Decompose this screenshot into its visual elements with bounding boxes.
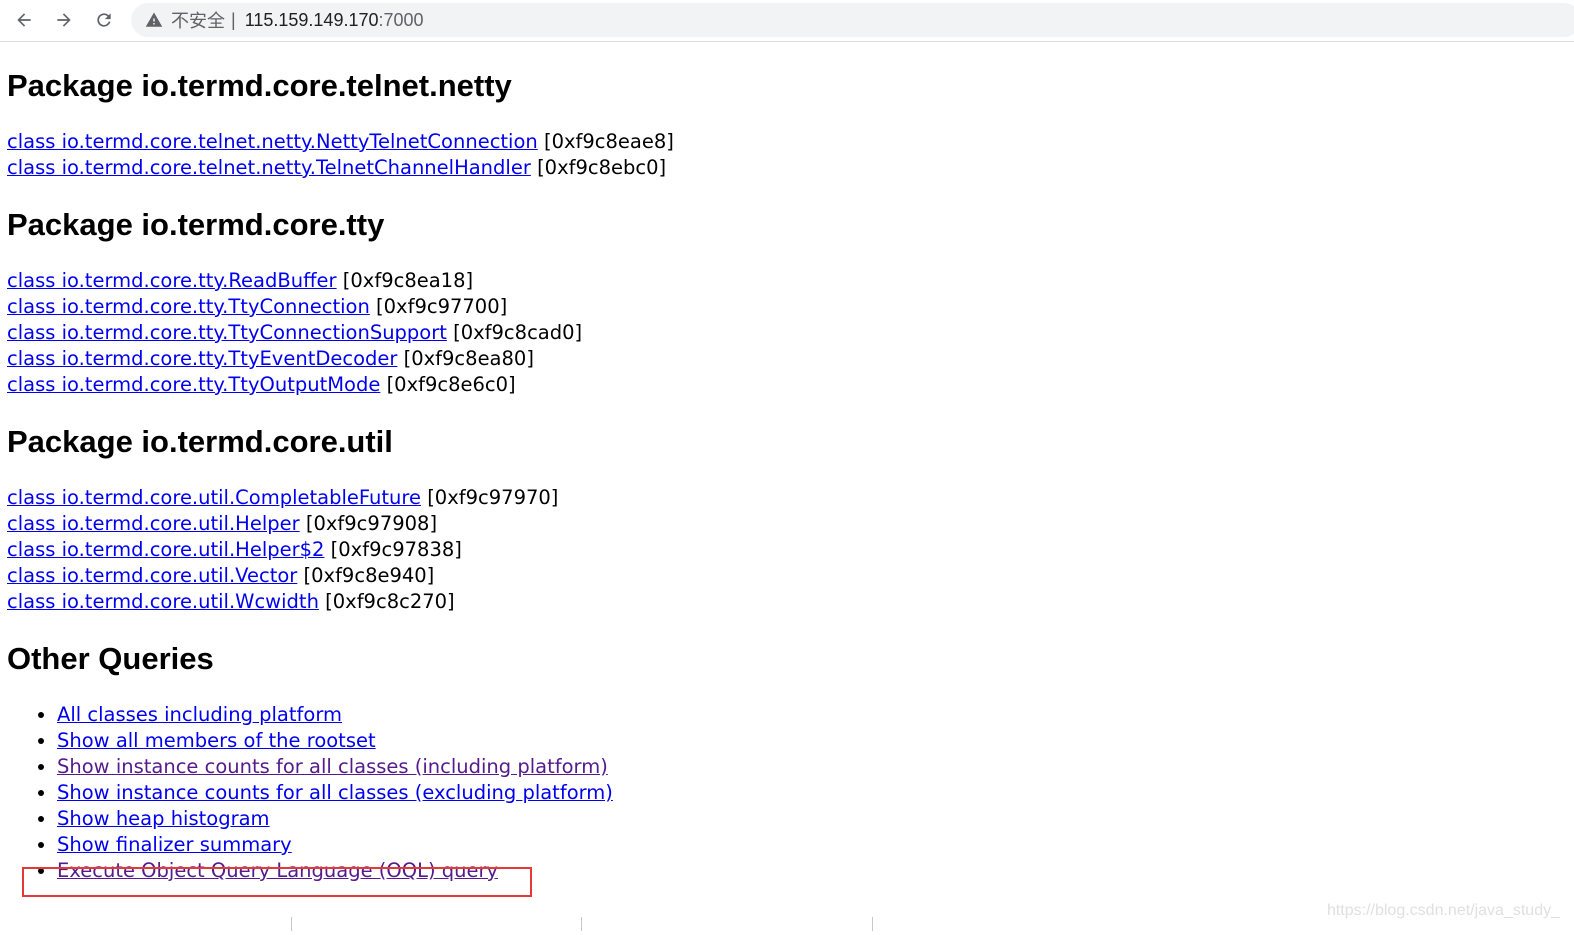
class-entry: class io.termd.core.util.Helper [0xf9c97… xyxy=(7,511,1567,537)
list-item: Show heap histogram xyxy=(57,806,1567,832)
highlight-annotation xyxy=(22,867,532,897)
package-section-tty: Package io.termd.core.tty class io.termd… xyxy=(7,207,1567,398)
divider xyxy=(872,917,873,931)
list-item: Show instance counts for all classes (ex… xyxy=(57,780,1567,806)
class-link[interactable]: class io.termd.core.tty.TtyEventDecoder xyxy=(7,347,397,370)
object-address: [0xf9c97700] xyxy=(376,295,508,318)
section-title: Package io.termd.core.telnet.netty xyxy=(7,68,512,103)
class-entry: class io.termd.core.util.Vector [0xf9c8e… xyxy=(7,563,1567,589)
url-port: :7000 xyxy=(378,9,424,30)
package-section-util: Package io.termd.core.util class io.term… xyxy=(7,424,1567,615)
address-separator: | xyxy=(231,9,236,30)
back-button[interactable] xyxy=(9,5,39,35)
object-address: [0xf9c8ebc0] xyxy=(537,156,667,179)
forward-button[interactable] xyxy=(49,5,79,35)
class-link[interactable]: class io.termd.core.util.CompletableFutu… xyxy=(7,486,421,509)
class-entry: class io.termd.core.tty.TtyConnection [0… xyxy=(7,294,1567,320)
class-entry: class io.termd.core.util.CompletableFutu… xyxy=(7,485,1567,511)
url-host: 115.159.149.170 xyxy=(244,9,379,30)
reload-icon xyxy=(97,13,111,27)
other-queries-section: Other Queries All classes including plat… xyxy=(7,641,1567,884)
class-link[interactable]: class io.termd.core.util.Helper xyxy=(7,512,300,535)
query-link-heap-histogram[interactable]: Show heap histogram xyxy=(57,807,270,830)
object-address: [0xf9c97838] xyxy=(330,538,462,561)
package-section-telnet-netty: Package io.termd.core.telnet.netty class… xyxy=(7,68,1567,181)
class-entry: class io.termd.core.telnet.netty.NettyTe… xyxy=(7,129,1567,155)
list-item: Show finalizer summary xyxy=(57,832,1567,858)
class-link[interactable]: class io.termd.core.tty.TtyOutputMode xyxy=(7,373,380,396)
query-link-finalizer-summary[interactable]: Show finalizer summary xyxy=(57,833,292,856)
class-link[interactable]: class io.termd.core.tty.ReadBuffer xyxy=(7,269,337,292)
reload-button[interactable] xyxy=(89,5,119,35)
list-item: Show all members of the rootset xyxy=(57,728,1567,754)
section-title: Package io.termd.core.tty xyxy=(7,207,385,242)
class-link[interactable]: class io.termd.core.tty.TtyConnection xyxy=(7,295,370,318)
class-link[interactable]: class io.termd.core.util.Vector xyxy=(7,564,297,587)
class-entry: class io.termd.core.tty.TtyConnectionSup… xyxy=(7,320,1567,346)
object-address: [0xf9c8e940] xyxy=(303,564,435,587)
class-link[interactable]: class io.termd.core.util.Wcwidth xyxy=(7,590,319,613)
query-link-instance-counts-excluding[interactable]: Show instance counts for all classes (ex… xyxy=(57,781,613,804)
arrow-right-icon xyxy=(57,13,71,27)
class-link[interactable]: class io.termd.core.telnet.netty.TelnetC… xyxy=(7,156,531,179)
queries-list: All classes including platform Show all … xyxy=(7,702,1567,884)
class-link[interactable]: class io.termd.core.telnet.netty.NettyTe… xyxy=(7,130,538,153)
object-address: [0xf9c8ea18] xyxy=(342,269,474,292)
warning-icon xyxy=(145,12,163,27)
security-label[interactable]: 不安全 xyxy=(171,7,225,33)
class-entry: class io.termd.core.util.Wcwidth [0xf9c8… xyxy=(7,589,1567,615)
query-link-rootset[interactable]: Show all members of the rootset xyxy=(57,729,376,752)
class-link[interactable]: class io.termd.core.util.Helper$2 xyxy=(7,538,324,561)
divider xyxy=(291,917,292,931)
object-address: [0xf9c97970] xyxy=(427,486,559,509)
query-link-instance-counts-including[interactable]: Show instance counts for all classes (in… xyxy=(57,755,608,778)
browser-toolbar: 不安全 | 115.159.149.170:7000 xyxy=(0,0,1574,42)
class-entry: class io.termd.core.tty.ReadBuffer [0xf9… xyxy=(7,268,1567,294)
object-address: [0xf9c8e6c0] xyxy=(386,373,516,396)
object-address: [0xf9c8c270] xyxy=(325,590,455,613)
divider xyxy=(581,917,582,931)
list-item: Show instance counts for all classes (in… xyxy=(57,754,1567,780)
address-bar[interactable]: 不安全 | 115.159.149.170:7000 xyxy=(131,3,1574,37)
watermark: https://blog.csdn.net/java_study_ xyxy=(1326,902,1560,919)
arrow-left-icon xyxy=(17,13,31,27)
class-entry: class io.termd.core.tty.TtyEventDecoder … xyxy=(7,346,1567,372)
section-title: Other Queries xyxy=(7,641,214,676)
list-item: All classes including platform xyxy=(57,702,1567,728)
object-address: [0xf9c8cad0] xyxy=(453,321,583,344)
query-link-all-classes[interactable]: All classes including platform xyxy=(57,703,342,726)
object-address: [0xf9c8eae8] xyxy=(543,130,674,153)
object-address: [0xf9c97908] xyxy=(305,512,438,535)
object-address: [0xf9c8ea80] xyxy=(403,347,534,370)
class-link[interactable]: class io.termd.core.tty.TtyConnectionSup… xyxy=(7,321,447,344)
class-entry: class io.termd.core.telnet.netty.TelnetC… xyxy=(7,155,1567,181)
section-title: Package io.termd.core.util xyxy=(7,424,393,459)
page-content: Package io.termd.core.telnet.netty class… xyxy=(7,42,1567,884)
class-entry: class io.termd.core.util.Helper$2 [0xf9c… xyxy=(7,537,1567,563)
class-entry: class io.termd.core.tty.TtyOutputMode [0… xyxy=(7,372,1567,398)
